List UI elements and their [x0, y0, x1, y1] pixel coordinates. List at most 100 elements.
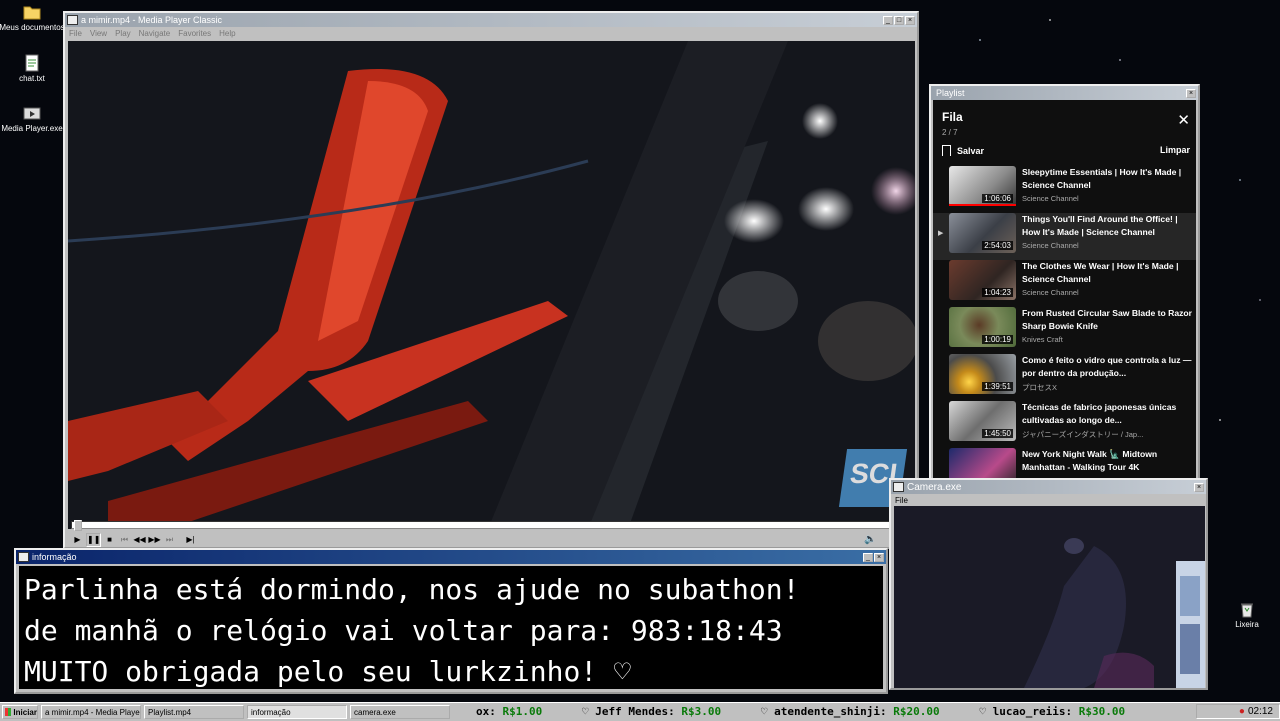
clear-button[interactable]: Limpar — [1160, 145, 1190, 156]
video-frame[interactable]: SCI — [68, 41, 915, 529]
stop-icon[interactable]: ■ — [103, 534, 116, 546]
playlist-window[interactable]: Playlist × Fila 2 / 7 ✕ Salvar Limpar 1:… — [929, 84, 1200, 484]
info-line-2: de manhã o relógio vai voltar para: 983:… — [24, 614, 783, 647]
list-item[interactable]: New York Night Walk 🗽 Midtown Manhattan … — [933, 448, 1196, 482]
ticker-amount: R$20.00 — [893, 705, 940, 718]
menu-navigate[interactable]: Navigate — [139, 29, 171, 38]
menu-play[interactable]: Play — [115, 29, 131, 38]
media-player-icon — [23, 104, 41, 122]
item-title: New York Night Walk 🗽 Midtown Manhattan … — [1022, 449, 1158, 472]
menu-file[interactable]: File — [69, 29, 82, 38]
duration-badge: 1:00:19 — [982, 335, 1013, 344]
player-titlebar[interactable]: a mimir.mp4 - Media Player Classic _ □ × — [65, 13, 917, 27]
camera-menubar: File — [891, 494, 1206, 506]
list-item[interactable]: 1:04:23 The Clothes We Wear | How It's M… — [933, 260, 1196, 307]
info-titlebar[interactable]: informação _ × — [16, 550, 886, 564]
desktop-icon-chat[interactable]: chat.txt — [0, 54, 67, 83]
video-thumbnail: 1:39:51 — [949, 354, 1016, 394]
task-camera[interactable]: camera.exe — [350, 705, 450, 719]
info-line-3: MUITO obrigada pelo seu lurkzinho! ♡ — [24, 655, 631, 688]
media-player-window[interactable]: a mimir.mp4 - Media Player Classic _ □ ×… — [63, 11, 919, 549]
clock[interactable]: 02:12 — [1248, 706, 1273, 717]
menu-view[interactable]: View — [90, 29, 107, 38]
rewind-icon[interactable]: ◀◀ — [133, 534, 146, 546]
desktop-icon-label: Lixeira — [1235, 620, 1259, 629]
seek-thumb[interactable] — [74, 520, 82, 531]
ticker-amount: R$30.00 — [1078, 705, 1126, 718]
camera-feed — [894, 506, 1205, 688]
list-item[interactable]: 1:06:06 Sleepytime Essentials | How It's… — [933, 166, 1196, 213]
ticker-amount: R$1.00 — [502, 705, 543, 718]
duration-badge: 1:04:23 — [982, 288, 1013, 297]
item-title: Técnicas de fabrico japonesas únicas cul… — [1022, 402, 1177, 425]
menu-file[interactable]: File — [895, 496, 908, 505]
list-item[interactable]: 1:39:51 Como é feito o vidro que control… — [933, 354, 1196, 401]
item-channel: Knives Craft — [1022, 335, 1063, 344]
list-item[interactable]: 1:45:50 Técnicas de fabrico japonesas ún… — [933, 401, 1196, 448]
desktop-icon-label: Meus documentos — [0, 23, 65, 32]
maximize-button[interactable]: □ — [894, 15, 904, 25]
info-message: Parlinha está dormindo, nos ajude no sub… — [19, 566, 883, 689]
item-channel: プロセスX — [1022, 383, 1058, 392]
duration-badge: 1:06:06 — [982, 194, 1013, 203]
close-icon[interactable]: ✕ — [1177, 111, 1190, 129]
desktop-icon-media-player[interactable]: Media Player.exe — [0, 104, 67, 133]
ticker-name: ♡ atendente_shinji: — [760, 705, 894, 718]
play-icon[interactable]: ▶ — [71, 534, 84, 546]
frame-step-icon[interactable]: ▶| — [184, 534, 197, 546]
bookmark-icon — [942, 145, 951, 156]
item-channel: ジャパニーズインダストリー / Jap... — [1022, 430, 1144, 439]
duration-badge: 1:45:50 — [982, 429, 1013, 438]
video-thumbnail: 1:06:06 — [949, 166, 1016, 206]
player-title: a mimir.mp4 - Media Player Classic — [81, 15, 223, 25]
seek-bar[interactable] — [71, 520, 915, 531]
ticker-name: ox: — [476, 705, 503, 718]
minimize-button[interactable]: _ — [863, 552, 873, 562]
camera-titlebar[interactable]: Camera.exe × — [891, 480, 1206, 494]
desktop-icon-label: Media Player.exe — [1, 124, 63, 133]
list-item-current[interactable]: ▶ 2:54:03 Things You'll Find Around the … — [933, 213, 1196, 260]
item-title: Como é feito o vidro que controla a luz … — [1022, 355, 1192, 378]
item-title: Sleepytime Essentials | How It's Made | … — [1022, 167, 1182, 190]
video-thumbnail: 1:45:50 — [949, 401, 1016, 441]
close-button[interactable]: × — [905, 15, 915, 25]
desktop-icon-recycle-bin[interactable]: Lixeira — [1212, 600, 1280, 629]
tray-app-icon[interactable]: ● — [1239, 706, 1245, 717]
next-icon[interactable]: ⏭ — [163, 534, 176, 546]
playback-controls: ▶ ❚❚ ■ ⏮ ◀◀ ▶▶ ⏭ ▶| — [71, 533, 197, 547]
task-media-player[interactable]: a mimir.mp4 - Media Playe... — [41, 705, 141, 719]
menu-help[interactable]: Help — [219, 29, 235, 38]
video-thumbnail: 2:54:03 — [949, 213, 1016, 253]
queue-list: 1:06:06 Sleepytime Essentials | How It's… — [933, 166, 1196, 482]
ticker-name: ♡ Jeff Mendes: — [582, 705, 682, 718]
close-button[interactable]: × — [874, 552, 884, 562]
info-window[interactable]: informação _ × Parlinha está dormindo, n… — [14, 548, 888, 694]
save-button[interactable]: Salvar — [942, 145, 984, 156]
info-app-icon — [18, 552, 29, 562]
desktop-icon-documents[interactable]: Meus documentos — [0, 3, 67, 32]
camera-scene — [894, 506, 1205, 688]
menu-favorites[interactable]: Favorites — [178, 29, 211, 38]
fast-forward-icon[interactable]: ▶▶ — [148, 534, 161, 546]
minimize-button[interactable]: _ — [883, 15, 893, 25]
volume-icon[interactable]: 🔈 — [864, 534, 876, 545]
close-button[interactable]: × — [1194, 482, 1204, 492]
folder-icon — [23, 3, 41, 21]
desktop-icon-label: chat.txt — [19, 74, 45, 83]
close-button[interactable]: × — [1186, 88, 1196, 98]
item-title: From Rusted Circular Saw Blade to Razor … — [1022, 308, 1192, 331]
item-channel: Science Channel — [1022, 288, 1079, 297]
list-item[interactable]: 1:00:19 From Rusted Circular Saw Blade t… — [933, 307, 1196, 354]
video-thumbnail: 1:04:23 — [949, 260, 1016, 300]
video-thumbnail: 1:00:19 — [949, 307, 1016, 347]
task-playlist[interactable]: Playlist.mp4 — [144, 705, 244, 719]
windows-logo-icon — [5, 708, 12, 716]
previous-icon[interactable]: ⏮ — [118, 534, 131, 546]
playlist-titlebar[interactable]: Playlist × — [931, 86, 1198, 100]
camera-window[interactable]: Camera.exe × File — [889, 478, 1208, 690]
start-button[interactable]: Iniciar — [2, 705, 38, 719]
player-menubar: File View Play Navigate Favorites Help — [65, 27, 917, 39]
ticker-name: ♡ lucao_reiis: — [979, 705, 1079, 718]
task-informacao[interactable]: informação — [247, 705, 347, 719]
pause-icon[interactable]: ❚❚ — [86, 533, 101, 547]
